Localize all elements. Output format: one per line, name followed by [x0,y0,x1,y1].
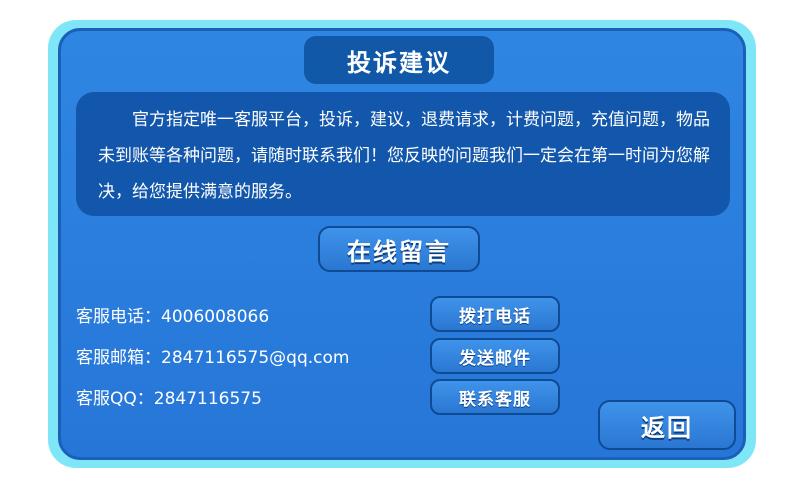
online-message-label: 在线留言 [347,237,451,266]
send-email-button[interactable]: 发送邮件 [430,338,560,374]
call-button[interactable]: 拨打电话 [430,296,560,332]
phone-info: 客服电话：4006008066 [76,307,270,327]
contact-service-button[interactable]: 联系客服 [430,379,560,415]
send-email-button-label: 发送邮件 [459,348,531,369]
qq-info: 客服QQ：2847116575 [76,389,262,409]
page-title-text: 投诉建议 [347,48,451,77]
contact-service-button-label: 联系客服 [459,389,531,410]
email-info: 客服邮箱：2847116575@qq.com [76,348,350,368]
back-button[interactable]: 返回 [598,400,736,450]
description-text: 官方指定唯一客服平台，投诉，建议，退费请求，计费问题，充值问题，物品未到账等各种… [98,110,710,202]
page-title: 投诉建议 [304,36,494,84]
online-message-button[interactable]: 在线留言 [318,226,480,272]
description-box: 官方指定唯一客服平台，投诉，建议，退费请求，计费问题，充值问题，物品未到账等各种… [76,92,730,216]
call-button-label: 拨打电话 [459,306,531,327]
back-button-label: 返回 [641,413,693,442]
